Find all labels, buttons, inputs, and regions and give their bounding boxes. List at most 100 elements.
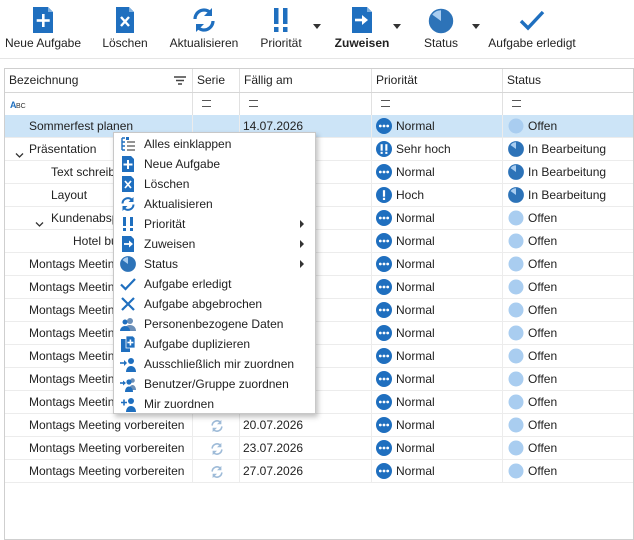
menu-item-new-task[interactable]: Neue Aufgabe (115, 154, 314, 174)
expand-collapse-icon[interactable] (35, 214, 44, 227)
filter-cell-priority[interactable] (372, 93, 503, 115)
status-open-icon (508, 233, 524, 249)
table-row[interactable]: Sommerfest planen 14.07.2026 Normal Offen (5, 115, 633, 138)
table-row[interactable]: Kundenabsprache Normal Offen (5, 207, 633, 230)
personal-data-icon (120, 316, 136, 332)
collapse-all-icon (120, 136, 136, 152)
table-row[interactable]: Montags Meeting vorbereiten Normal Offen (5, 345, 633, 368)
cell-priority: Normal (372, 460, 503, 482)
task-done-button[interactable]: Aufgabe erledigt (486, 0, 578, 58)
menu-item-checkmark[interactable]: Aufgabe erledigt (115, 274, 314, 294)
menu-item-assign-me[interactable]: Mir zuordnen (115, 394, 314, 414)
cell-priority: Normal (372, 299, 503, 321)
table-row[interactable]: Montags Meeting vorbereiten 23.07.2026 Nor… (5, 437, 633, 460)
status-button[interactable]: Status (420, 0, 462, 58)
equals-icon (381, 100, 390, 107)
refresh-icon (189, 5, 219, 35)
column-header-name[interactable]: Bezeichnung (5, 69, 193, 92)
priority-high-icon (376, 187, 392, 203)
status-in-progress-icon (508, 141, 524, 157)
expand-collapse-icon[interactable] (15, 145, 24, 158)
filter-cell-status[interactable] (503, 93, 633, 115)
checkmark-icon (517, 5, 547, 35)
cell-serie (193, 460, 240, 482)
status-open-icon (508, 279, 524, 295)
cell-serie (193, 437, 240, 459)
table-row[interactable]: Montags Meeting vorbereiten Normal Offen (5, 322, 633, 345)
cell-priority: Normal (372, 115, 503, 137)
table-row[interactable]: Präsentation Sehr hoch In Bearbeitung (5, 138, 633, 161)
column-header-due[interactable]: Fällig am (240, 69, 372, 92)
priority-normal-icon (376, 463, 392, 479)
table-row[interactable]: Text schreiben Normal In Bearbeitung (5, 161, 633, 184)
priority-dropdown-icon[interactable] (313, 22, 321, 30)
column-header-priority[interactable]: Priorität (372, 69, 503, 92)
cell-due: 23.07.2026 (240, 437, 372, 459)
menu-item-refresh[interactable]: Aktualisieren (115, 194, 314, 214)
table-row[interactable]: Montags Meeting vorbereiten Normal Offen (5, 368, 633, 391)
cell-status: Offen (503, 230, 633, 252)
priority-normal-icon (376, 164, 392, 180)
table-row[interactable]: Layout Hoch In Bearbeitung (5, 184, 633, 207)
cell-status: Offen (503, 368, 633, 390)
status-icon (426, 5, 456, 35)
cell-priority: Normal (372, 322, 503, 344)
cell-priority: Normal (372, 207, 503, 229)
priority-normal-icon (376, 302, 392, 318)
cell-name: Montags Meeting vorbereiten (5, 460, 193, 482)
equals-icon (202, 100, 211, 107)
cell-status: In Bearbeitung (503, 161, 633, 183)
table-row[interactable]: Montags Meeting vorbereiten Normal Offen (5, 253, 633, 276)
delete-button[interactable]: Löschen (99, 0, 151, 58)
cell-status: Offen (503, 345, 633, 367)
cancel-x-icon (120, 296, 136, 312)
table-row[interactable]: Montags Meeting vorbereiten 27.07.2026 Nor… (5, 460, 633, 483)
status-open-icon (508, 325, 524, 341)
table-row[interactable]: Hotel buchen Normal Offen (5, 230, 633, 253)
assign-dropdown-icon[interactable] (393, 22, 401, 30)
delete-icon (110, 5, 140, 35)
menu-item-duplicate[interactable]: Aufgabe duplizieren (115, 334, 314, 354)
task-grid: Bezeichnung Serie Fällig am Priorität St… (4, 68, 634, 540)
table-row[interactable]: Montags Meeting vorbereiten Normal Offen (5, 276, 633, 299)
new-task-button[interactable]: Neue Aufgabe (4, 0, 82, 58)
assign-only-me-icon (120, 356, 136, 372)
table-row[interactable]: Montags Meeting vorbereiten 20.07.2026 Nor… (5, 414, 633, 437)
menu-item-delete[interactable]: Löschen (115, 174, 314, 194)
cell-status: Offen (503, 414, 633, 436)
menu-item-status[interactable]: Status (115, 254, 314, 274)
table-row[interactable]: Montags Meeting vorbereiten Normal Offen (5, 391, 633, 414)
cell-priority: Normal (372, 345, 503, 367)
status-open-icon (508, 371, 524, 387)
menu-item-assign-only-me[interactable]: Ausschließlich mir zuordnen (115, 354, 314, 374)
column-header-status[interactable]: Status (503, 69, 633, 92)
priority-button[interactable]: Priorität (257, 0, 305, 58)
menu-item-assign-group[interactable]: Benutzer/Gruppe zuordnen (115, 374, 314, 394)
cell-priority: Normal (372, 368, 503, 390)
refresh-icon (120, 196, 136, 212)
column-header-serie[interactable]: Serie (193, 69, 240, 92)
menu-item-cancel-x[interactable]: Aufgabe abgebrochen (115, 294, 314, 314)
filter-cell-serie[interactable] (193, 93, 240, 115)
priority-normal-icon (376, 210, 392, 226)
table-row[interactable]: Montags Meeting vorbereiten Normal Offen (5, 299, 633, 322)
filter-cell-due[interactable] (240, 93, 372, 115)
status-open-icon (508, 302, 524, 318)
task-name: Montags Meeting vorbereiten (29, 464, 185, 478)
assign-button[interactable]: Zuweisen (335, 0, 389, 58)
toolbar: Neue Aufgabe Löschen Aktualisieren Prior… (0, 0, 634, 59)
menu-item-assign[interactable]: Zuweisen (115, 234, 314, 254)
refresh-button[interactable]: Aktualisieren (168, 0, 240, 58)
recurring-icon (210, 418, 224, 436)
priority-normal-icon (376, 440, 392, 456)
filter-cell-name[interactable]: A BC (5, 93, 193, 115)
priority-very-high-icon (376, 141, 392, 157)
menu-item-personal-data[interactable]: Personenbezogene Daten (115, 314, 314, 334)
status-dropdown-icon[interactable] (472, 22, 480, 30)
menu-item-priority[interactable]: Priorität (115, 214, 314, 234)
filter-icon[interactable] (174, 76, 186, 85)
cell-due: 20.07.2026 (240, 414, 372, 436)
priority-icon (120, 216, 136, 232)
menu-item-collapse-all[interactable]: Alles einklappen (115, 134, 314, 154)
cell-due: 27.07.2026 (240, 460, 372, 482)
